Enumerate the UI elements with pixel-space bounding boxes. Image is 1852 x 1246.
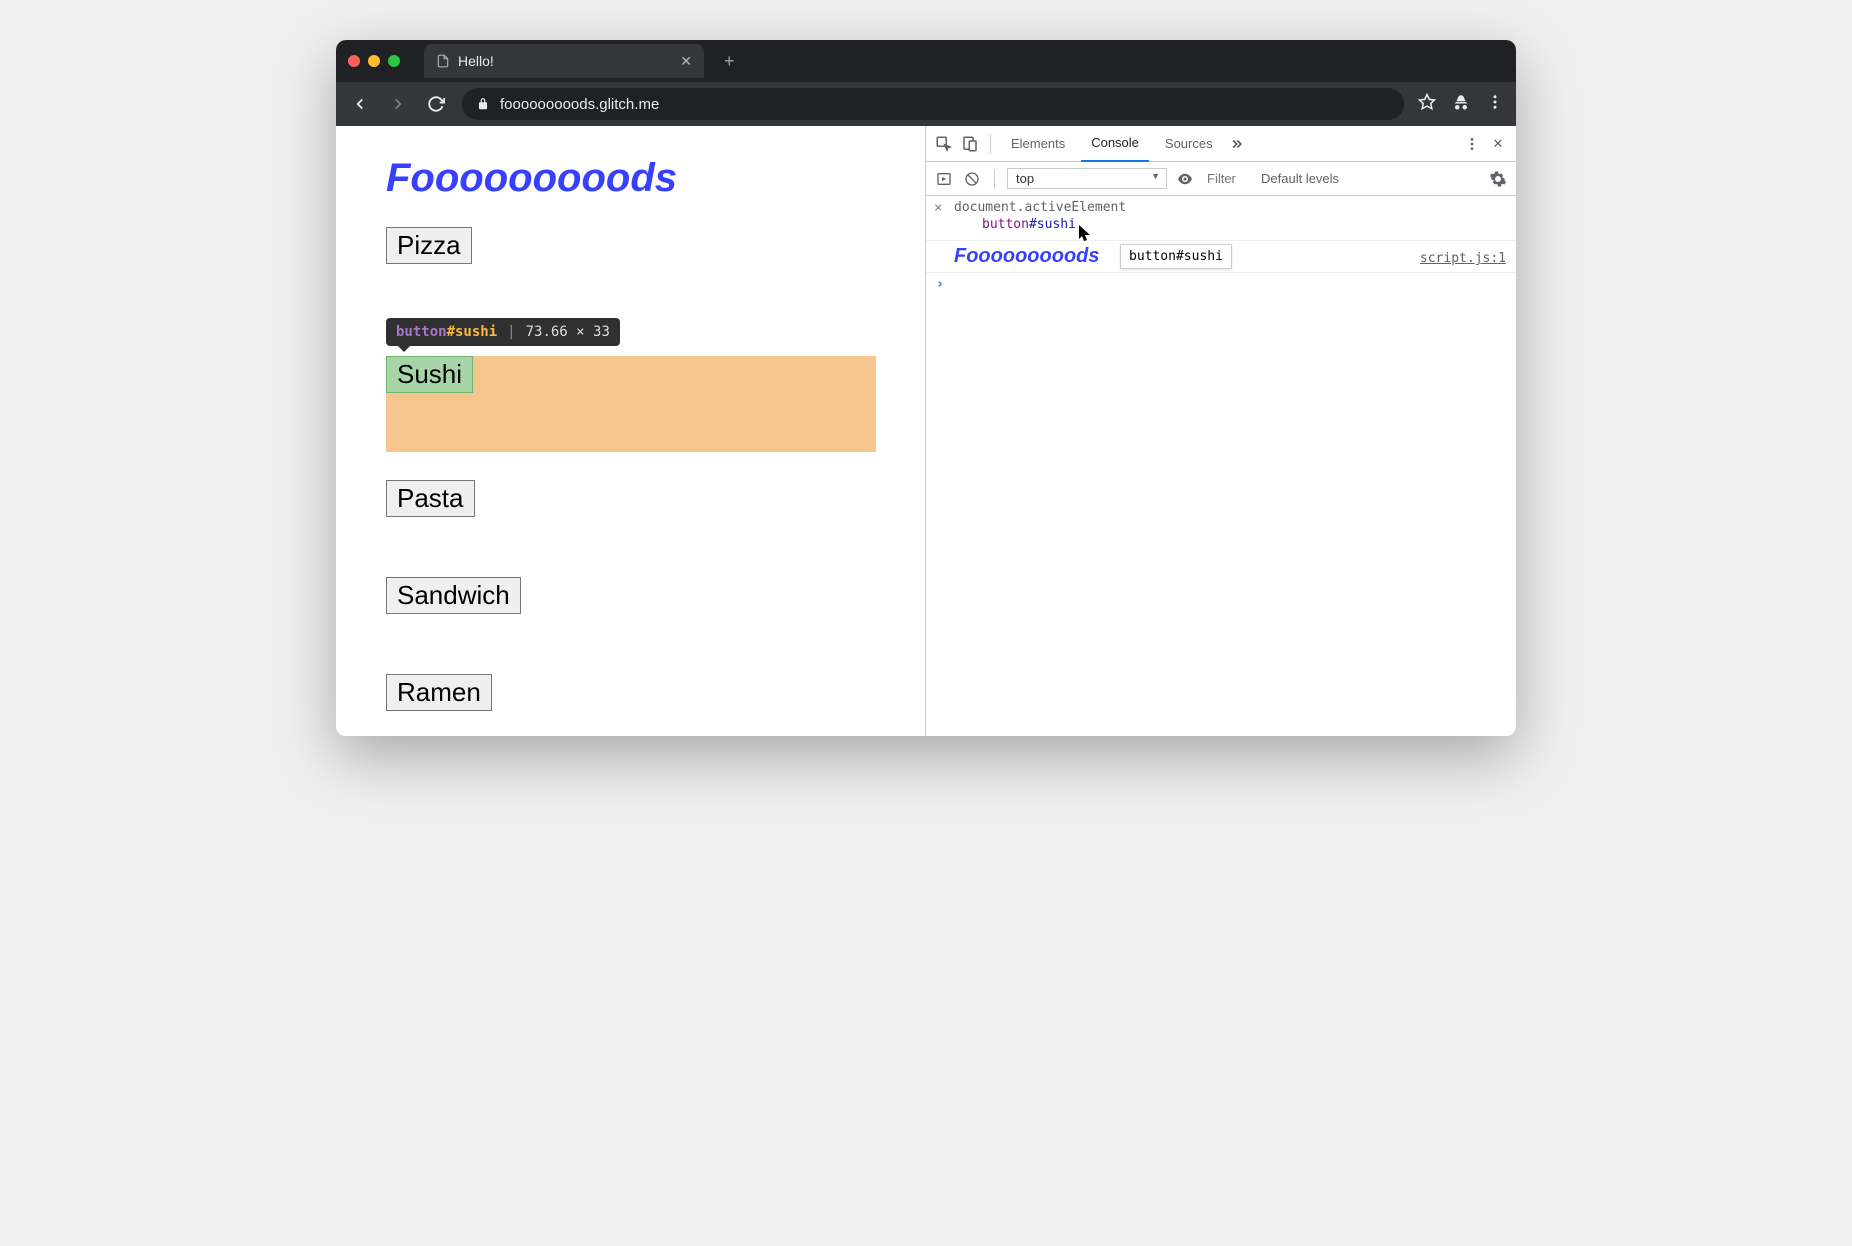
tooltip-tag: button (396, 324, 447, 340)
url-text: fooooooooods.glitch.me (500, 96, 659, 113)
tab-elements[interactable]: Elements (1001, 126, 1075, 162)
url-box[interactable]: fooooooooods.glitch.me (462, 88, 1404, 120)
maximize-window-button[interactable] (388, 55, 400, 67)
file-icon (436, 54, 450, 68)
tooltip-dimensions: 73.66 × 33 (526, 324, 610, 340)
devtools-menu-icon[interactable] (1462, 134, 1482, 154)
console-sidebar-toggle-icon[interactable] (934, 169, 954, 189)
hover-tooltip: button#sushi (1120, 244, 1232, 269)
console-settings-icon[interactable] (1488, 169, 1508, 189)
star-icon[interactable] (1418, 93, 1436, 116)
food-button-ramen[interactable]: Ramen (386, 674, 492, 711)
minimize-window-button[interactable] (368, 55, 380, 67)
clear-console-icon[interactable] (962, 169, 982, 189)
console-result[interactable]: button#sushi (954, 215, 1506, 236)
close-tab-icon[interactable]: ✕ (680, 53, 692, 70)
menu-icon[interactable] (1486, 93, 1504, 116)
more-tabs-icon[interactable] (1229, 134, 1249, 154)
tooltip-id: #sushi (447, 324, 498, 340)
tab-title: Hello! (458, 53, 494, 69)
context-value: top (1016, 171, 1034, 186)
new-tab-button[interactable]: + (718, 51, 741, 72)
food-button-pasta[interactable]: Pasta (386, 480, 475, 517)
inspect-element-icon[interactable] (934, 134, 954, 154)
food-button-sandwich[interactable]: Sandwich (386, 577, 521, 614)
window-controls (348, 55, 400, 67)
filter-input[interactable] (1203, 169, 1253, 189)
incognito-icon[interactable] (1452, 93, 1470, 116)
food-button-pizza[interactable]: Pizza (386, 227, 472, 264)
page-heading: Fooooooooods (386, 156, 875, 201)
device-toggle-icon[interactable] (960, 134, 980, 154)
content-area: Fooooooooods button#sushi | 73.66 × 33 S… (336, 126, 1516, 736)
log-levels[interactable]: Default levels (1261, 171, 1339, 186)
console-prompt[interactable] (926, 273, 1516, 296)
console-output: document.activeElement button#sushi Fooo… (926, 196, 1516, 736)
close-window-button[interactable] (348, 55, 360, 67)
address-bar: fooooooooods.glitch.me (336, 82, 1516, 126)
console-log-source[interactable]: script.js:1 (1420, 251, 1506, 266)
devtools-close-icon[interactable]: ✕ (1488, 134, 1508, 154)
devtools-panel: Elements Console Sources ✕ (926, 126, 1516, 736)
browser-window: Hello! ✕ + fooooooooods.glitch.me (336, 40, 1516, 736)
food-button-sushi[interactable]: Sushi (386, 356, 473, 393)
inspect-tooltip: button#sushi | 73.66 × 33 (386, 318, 620, 346)
tab-bar: Hello! ✕ + (336, 40, 1516, 82)
result-id: #sushi (1029, 217, 1076, 232)
console-log-text: Fooooooooods (954, 245, 1100, 268)
live-expression-icon[interactable] (1175, 169, 1195, 189)
tab-sources[interactable]: Sources (1155, 126, 1223, 162)
result-tag: button (982, 217, 1029, 232)
reload-button[interactable] (424, 92, 448, 116)
context-select[interactable]: top (1007, 168, 1167, 189)
browser-tab[interactable]: Hello! ✕ (424, 44, 704, 78)
console-input-row: document.activeElement button#sushi (926, 196, 1516, 241)
web-page: Fooooooooods button#sushi | 73.66 × 33 S… (336, 126, 926, 736)
devtools-tabs: Elements Console Sources ✕ (926, 126, 1516, 162)
console-input-text: document.activeElement (954, 200, 1126, 215)
lock-icon (476, 97, 490, 111)
forward-button[interactable] (386, 92, 410, 116)
food-list: Pizza Pasta Sandwich Ramen (386, 227, 875, 736)
cursor-icon (1078, 224, 1092, 246)
back-button[interactable] (348, 92, 372, 116)
tab-console[interactable]: Console (1081, 126, 1149, 162)
console-toolbar: top Default levels (926, 162, 1516, 196)
